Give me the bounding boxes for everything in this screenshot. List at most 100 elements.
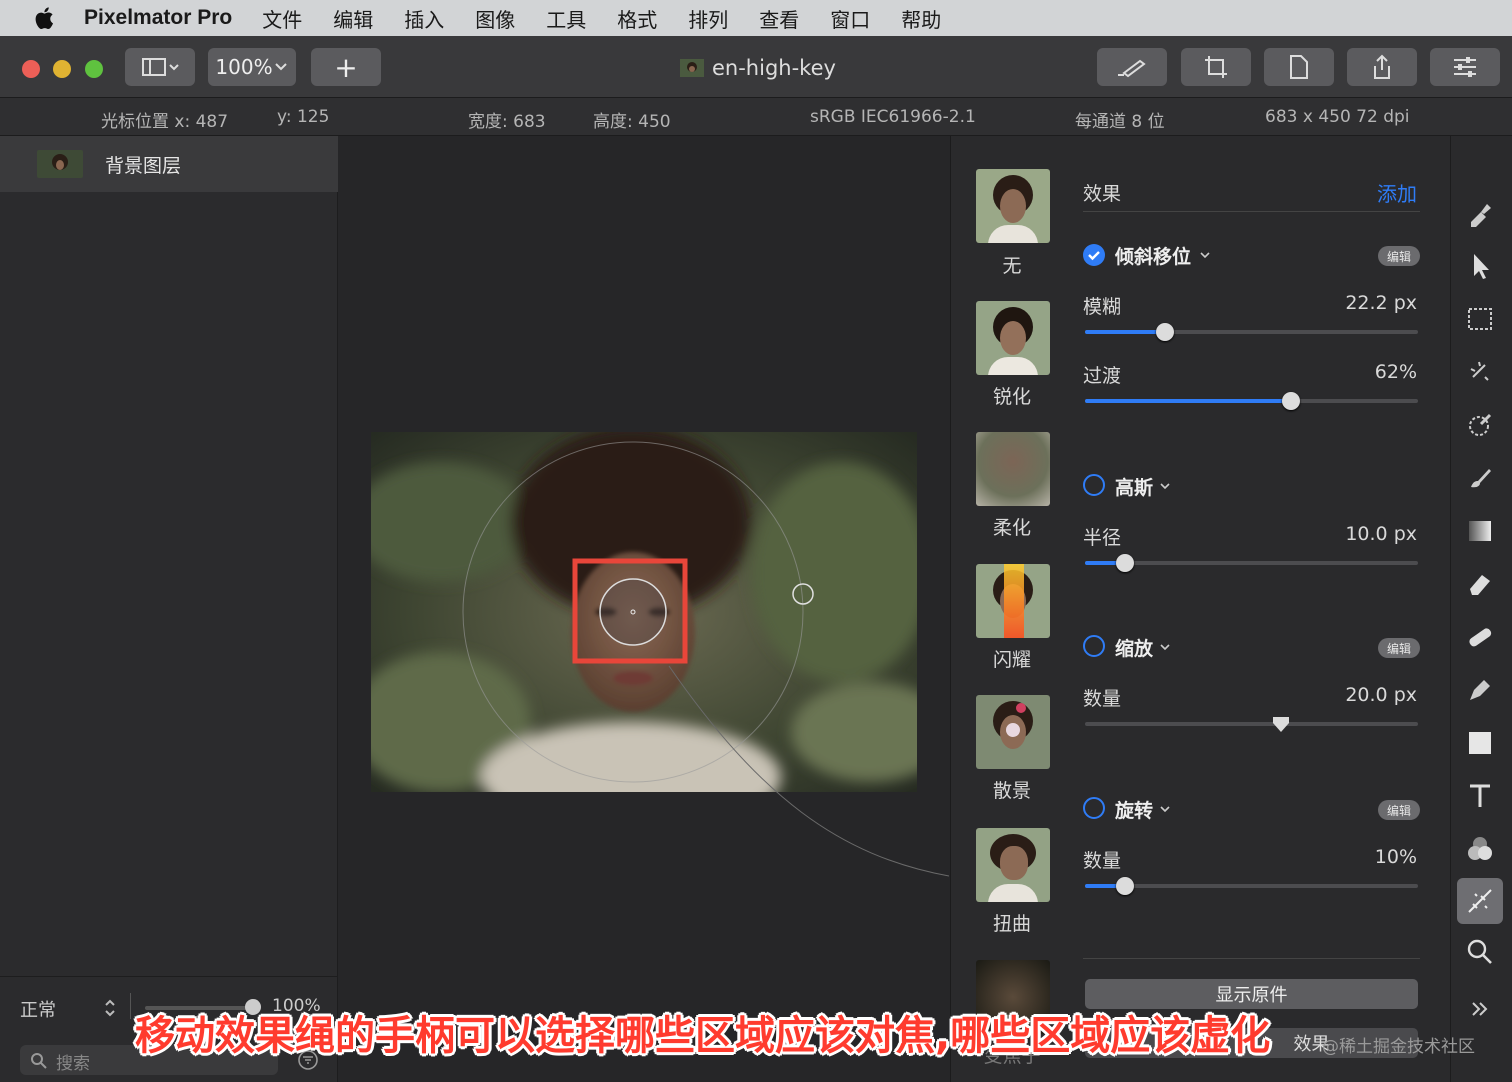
smart-selection-tool-icon[interactable] — [1465, 357, 1495, 387]
zoom-amount-slider[interactable] — [1085, 717, 1418, 732]
param-value: 22.2 px — [1345, 292, 1417, 314]
blur-slider[interactable] — [1085, 323, 1418, 341]
slider-knob[interactable] — [1115, 877, 1134, 895]
transition-slider[interactable] — [1085, 392, 1418, 410]
slider-knob[interactable] — [1155, 323, 1174, 341]
type-tool-icon[interactable] — [1465, 781, 1495, 811]
crop-button[interactable] — [1181, 48, 1251, 86]
share-icon — [1374, 54, 1390, 79]
pen-tool-icon[interactable] — [1465, 675, 1495, 705]
effect-name[interactable]: 倾斜移位 — [1115, 242, 1191, 269]
document-icon — [1290, 55, 1308, 79]
close-window-button[interactable] — [22, 60, 40, 78]
layer-thumbnail — [37, 150, 83, 178]
effect-name[interactable]: 旋转 — [1115, 796, 1153, 823]
document-title: en-high-key — [680, 56, 836, 80]
menu-view[interactable]: 查看 — [759, 4, 799, 33]
effect-enabled-checkbox[interactable] — [1083, 244, 1105, 266]
preset-thumbnail — [976, 695, 1050, 769]
gradient-tool-icon[interactable] — [1465, 516, 1495, 546]
menu-insert[interactable]: 插入 — [404, 4, 444, 33]
effect-name[interactable]: 高斯 — [1115, 473, 1153, 500]
updown-chevron-icon[interactable] — [103, 998, 117, 1018]
zoom-tool-icon[interactable] — [1465, 937, 1495, 967]
color-adjust-tool-icon[interactable] — [1465, 410, 1495, 440]
chevron-down-icon[interactable] — [1159, 481, 1171, 491]
window-toolbar: 100% + en-high-key — [0, 36, 1512, 98]
selection-tool-icon[interactable] — [1465, 304, 1495, 334]
more-tools-chevron-icon[interactable] — [1465, 994, 1495, 1024]
chevron-down-icon[interactable] — [1159, 804, 1171, 814]
arrange-tool-icon[interactable] — [1465, 251, 1495, 281]
info-bar: 光标位置 x: 487 y: 125 宽度: 683 高度: 450 sRGB … — [0, 98, 1512, 136]
canvas-area[interactable] — [339, 136, 949, 1082]
document-thumbnail-icon — [680, 59, 704, 77]
brush-tool-button[interactable] — [1097, 48, 1167, 86]
footer-divider — [1083, 958, 1420, 959]
color-tool-icon[interactable] — [1465, 834, 1495, 864]
add-effect-link[interactable]: 添加 — [1377, 178, 1417, 207]
cursor-x: 光标位置 x: 487 — [101, 112, 229, 132]
radius-slider[interactable] — [1085, 554, 1418, 572]
add-button[interactable]: + — [311, 48, 381, 86]
edit-button[interactable]: 编辑 — [1378, 246, 1420, 266]
minimize-window-button[interactable] — [53, 60, 71, 78]
menu-file[interactable]: 文件 — [262, 4, 302, 33]
menu-window[interactable]: 窗口 — [830, 4, 870, 33]
format-button[interactable] — [1264, 48, 1334, 86]
edit-button[interactable]: 编辑 — [1378, 638, 1420, 658]
effect-enabled-checkbox[interactable] — [1083, 797, 1105, 819]
repair-tool-icon[interactable] — [1465, 622, 1495, 652]
twirl-amount-slider[interactable] — [1085, 877, 1418, 895]
menu-format[interactable]: 格式 — [617, 4, 657, 33]
paint-tool-icon[interactable] — [1465, 463, 1495, 493]
tools-palette — [1450, 136, 1512, 1082]
share-button[interactable] — [1347, 48, 1417, 86]
preset-thumbnail — [976, 301, 1050, 375]
layer-row[interactable]: 背景图层 — [0, 136, 338, 192]
preset-thumbnail — [976, 169, 1050, 243]
slider-fill — [1085, 399, 1292, 403]
plus-icon: + — [334, 50, 358, 84]
adjust-button[interactable] — [1430, 48, 1500, 86]
erase-tool-icon[interactable] — [1465, 569, 1495, 599]
apple-icon[interactable] — [30, 4, 60, 32]
effect-rope-line — [668, 665, 949, 877]
preset-label-sharpen: 锐化 — [992, 386, 1031, 408]
app-name[interactable]: Pixelmator Pro — [84, 6, 232, 30]
menu-tools[interactable]: 工具 — [546, 4, 586, 33]
shape-tool-icon[interactable] — [1465, 728, 1495, 758]
menu-arrange[interactable]: 排列 — [688, 4, 728, 33]
slider-knob[interactable] — [1115, 554, 1134, 572]
effects-header: 效果 — [1083, 183, 1122, 205]
chevron-down-icon[interactable] — [1159, 642, 1171, 652]
param-value: 10% — [1374, 846, 1417, 868]
effects-tool-button[interactable] — [1457, 878, 1503, 924]
edit-button[interactable]: 编辑 — [1378, 800, 1420, 820]
menu-edit[interactable]: 编辑 — [333, 4, 373, 33]
zoom-dropdown[interactable]: 100% — [208, 48, 296, 86]
menu-help[interactable]: 帮助 — [901, 4, 941, 33]
effect-enabled-checkbox[interactable] — [1083, 474, 1105, 496]
slider-knob[interactable] — [1272, 716, 1290, 734]
style-tool-icon[interactable] — [1465, 198, 1495, 228]
menu-image[interactable]: 图像 — [475, 4, 515, 33]
param-label: 数量 — [1083, 850, 1122, 872]
effect-name[interactable]: 缩放 — [1115, 634, 1153, 661]
zoom-value: 100% — [215, 55, 273, 79]
tutorial-subtitle: 移动效果绳的手柄可以选择哪些区域应该对焦,哪些区域应该虚化 — [135, 1013, 1271, 1059]
param-value: 20.0 px — [1345, 684, 1417, 706]
effects-settings-panel: 效果 添加 倾斜移位 编辑 模糊 22.2 px 过渡 62% 高斯 半径 10… — [1075, 136, 1450, 1082]
slider-knob[interactable] — [1282, 392, 1301, 410]
search-placeholder: 搜索 — [56, 1054, 90, 1074]
sidebar-icon — [142, 58, 179, 76]
param-label: 模糊 — [1083, 296, 1122, 318]
blend-mode-select[interactable]: 正常 — [20, 996, 56, 1022]
sidebar-toggle-button[interactable] — [125, 48, 195, 86]
header-divider — [1083, 211, 1420, 212]
zoom-window-button[interactable] — [85, 60, 103, 78]
chevron-down-icon[interactable] — [1199, 250, 1211, 260]
layers-sidebar: 背景图层 正常 100% 搜索 — [0, 136, 338, 1082]
effect-enabled-checkbox[interactable] — [1083, 635, 1105, 657]
crop-icon — [1205, 56, 1227, 78]
